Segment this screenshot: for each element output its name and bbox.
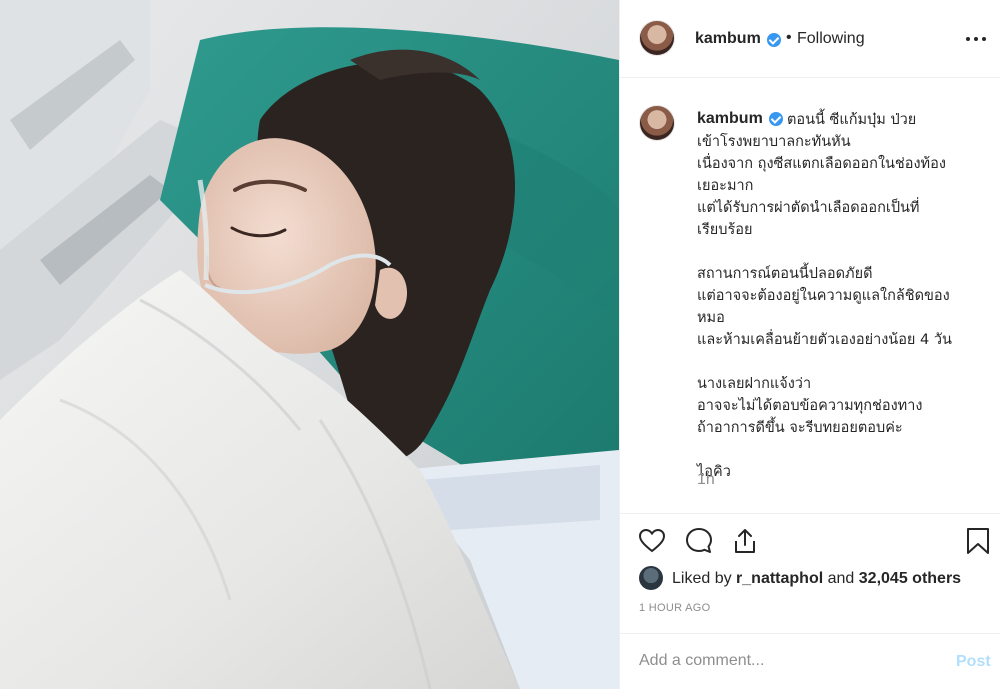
author-avatar[interactable] [639, 20, 675, 56]
caption-text: ตอนนี้ ซีแก้มบุ๋ม ป่วยเข้าโรงพยาบาลกะทัน… [697, 109, 987, 483]
liker-username[interactable]: r_nattaphol [736, 570, 823, 587]
liker-avatar[interactable] [639, 566, 663, 590]
caption-first-line: ตอนนี้ ซีแก้มบุ๋ม ป่วย [787, 112, 917, 128]
likes-count[interactable]: 32,045 others [859, 570, 961, 587]
post-side-panel: kambum • Following kambum ตอนนี้ ซีแก้มบ… [619, 0, 1000, 689]
share-icon[interactable] [730, 526, 760, 556]
post-photo[interactable] [0, 0, 619, 689]
comment-input[interactable] [639, 648, 929, 674]
more-options-icon[interactable] [964, 28, 988, 48]
post-header: kambum • Following [620, 0, 1000, 78]
heart-icon[interactable] [637, 526, 667, 556]
caption-author-avatar[interactable] [639, 105, 675, 141]
likes-row: Liked by r_nattaphol and 32,045 others [620, 562, 1000, 594]
action-bar [620, 513, 1000, 565]
separator-dot: • [786, 29, 792, 46]
following-button[interactable]: Following [797, 30, 865, 48]
post-comment-button[interactable]: Post [956, 653, 991, 671]
likes-and: and [827, 570, 855, 587]
likes-summary: Liked by r_nattaphol and 32,045 others [672, 570, 961, 588]
author-username[interactable]: kambum [695, 30, 761, 48]
likes-prefix: Liked by [672, 570, 732, 587]
post-time-ago[interactable]: 1 HOUR AGO [639, 602, 710, 614]
verified-badge-icon [767, 33, 781, 47]
caption-body: เข้าโรงพยาบาลกะทันหัน เนื่องจาก ถุงซีสแต… [697, 134, 952, 480]
post-image [0, 0, 619, 689]
comment-box: Post [620, 633, 1000, 689]
comment-icon[interactable] [684, 526, 714, 556]
bookmark-icon[interactable] [963, 526, 993, 556]
caption-timestamp[interactable]: 1h [697, 471, 715, 489]
caption-area: kambum ตอนนี้ ซีแก้มบุ๋ม ป่วย เข้าโรงพยาบ… [620, 79, 1000, 511]
